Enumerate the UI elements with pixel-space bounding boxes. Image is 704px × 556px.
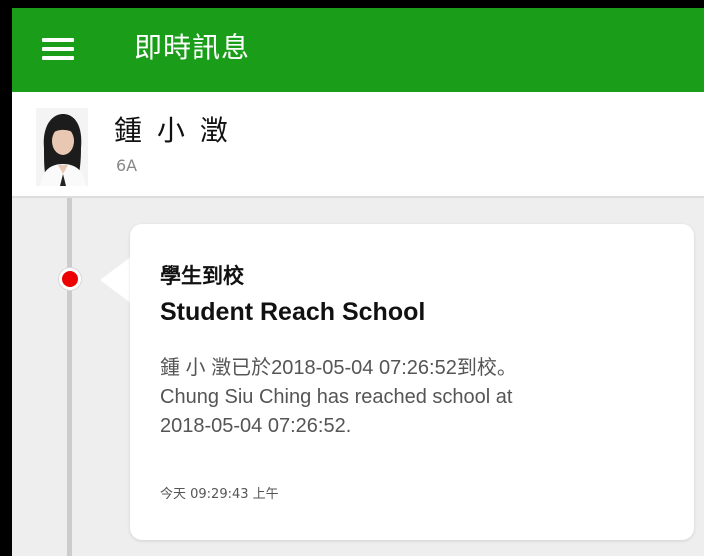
page-title: 即時訊息 bbox=[134, 31, 251, 64]
timeline-line bbox=[67, 198, 72, 556]
student-profile-header: 鍾 小 澂 6A bbox=[12, 92, 704, 198]
hamburger-menu-icon[interactable] bbox=[42, 38, 74, 60]
message-title-en: Student Reach School bbox=[160, 298, 426, 326]
message-title-zh: 學生到校 bbox=[160, 264, 244, 288]
student-class: 6A bbox=[116, 156, 138, 175]
app-screen: 即時訊息 鍾 小 澂 6A 學生到校 Student Reach School … bbox=[12, 8, 704, 556]
timeline-dot-icon bbox=[59, 268, 81, 290]
message-card[interactable]: 學生到校 Student Reach School 鍾 小 澂已於2018-05… bbox=[130, 224, 694, 540]
student-name: 鍾 小 澂 bbox=[114, 114, 231, 147]
message-body-line: 2018-05-04 07:26:52. bbox=[160, 415, 352, 437]
app-bar: 即時訊息 bbox=[12, 8, 704, 92]
message-body: 鍾 小 澂已於2018-05-04 07:26:52到校。 Chung Siu … bbox=[160, 354, 680, 441]
message-timestamp: 今天 09:29:43 上午 bbox=[160, 487, 279, 502]
message-body-line: Chung Siu Ching has reached school at bbox=[160, 386, 513, 408]
message-body-line: 鍾 小 澂已於2018-05-04 07:26:52到校。 bbox=[160, 357, 517, 379]
student-photo bbox=[36, 108, 88, 186]
card-pointer bbox=[100, 256, 132, 304]
avatar bbox=[36, 108, 88, 186]
